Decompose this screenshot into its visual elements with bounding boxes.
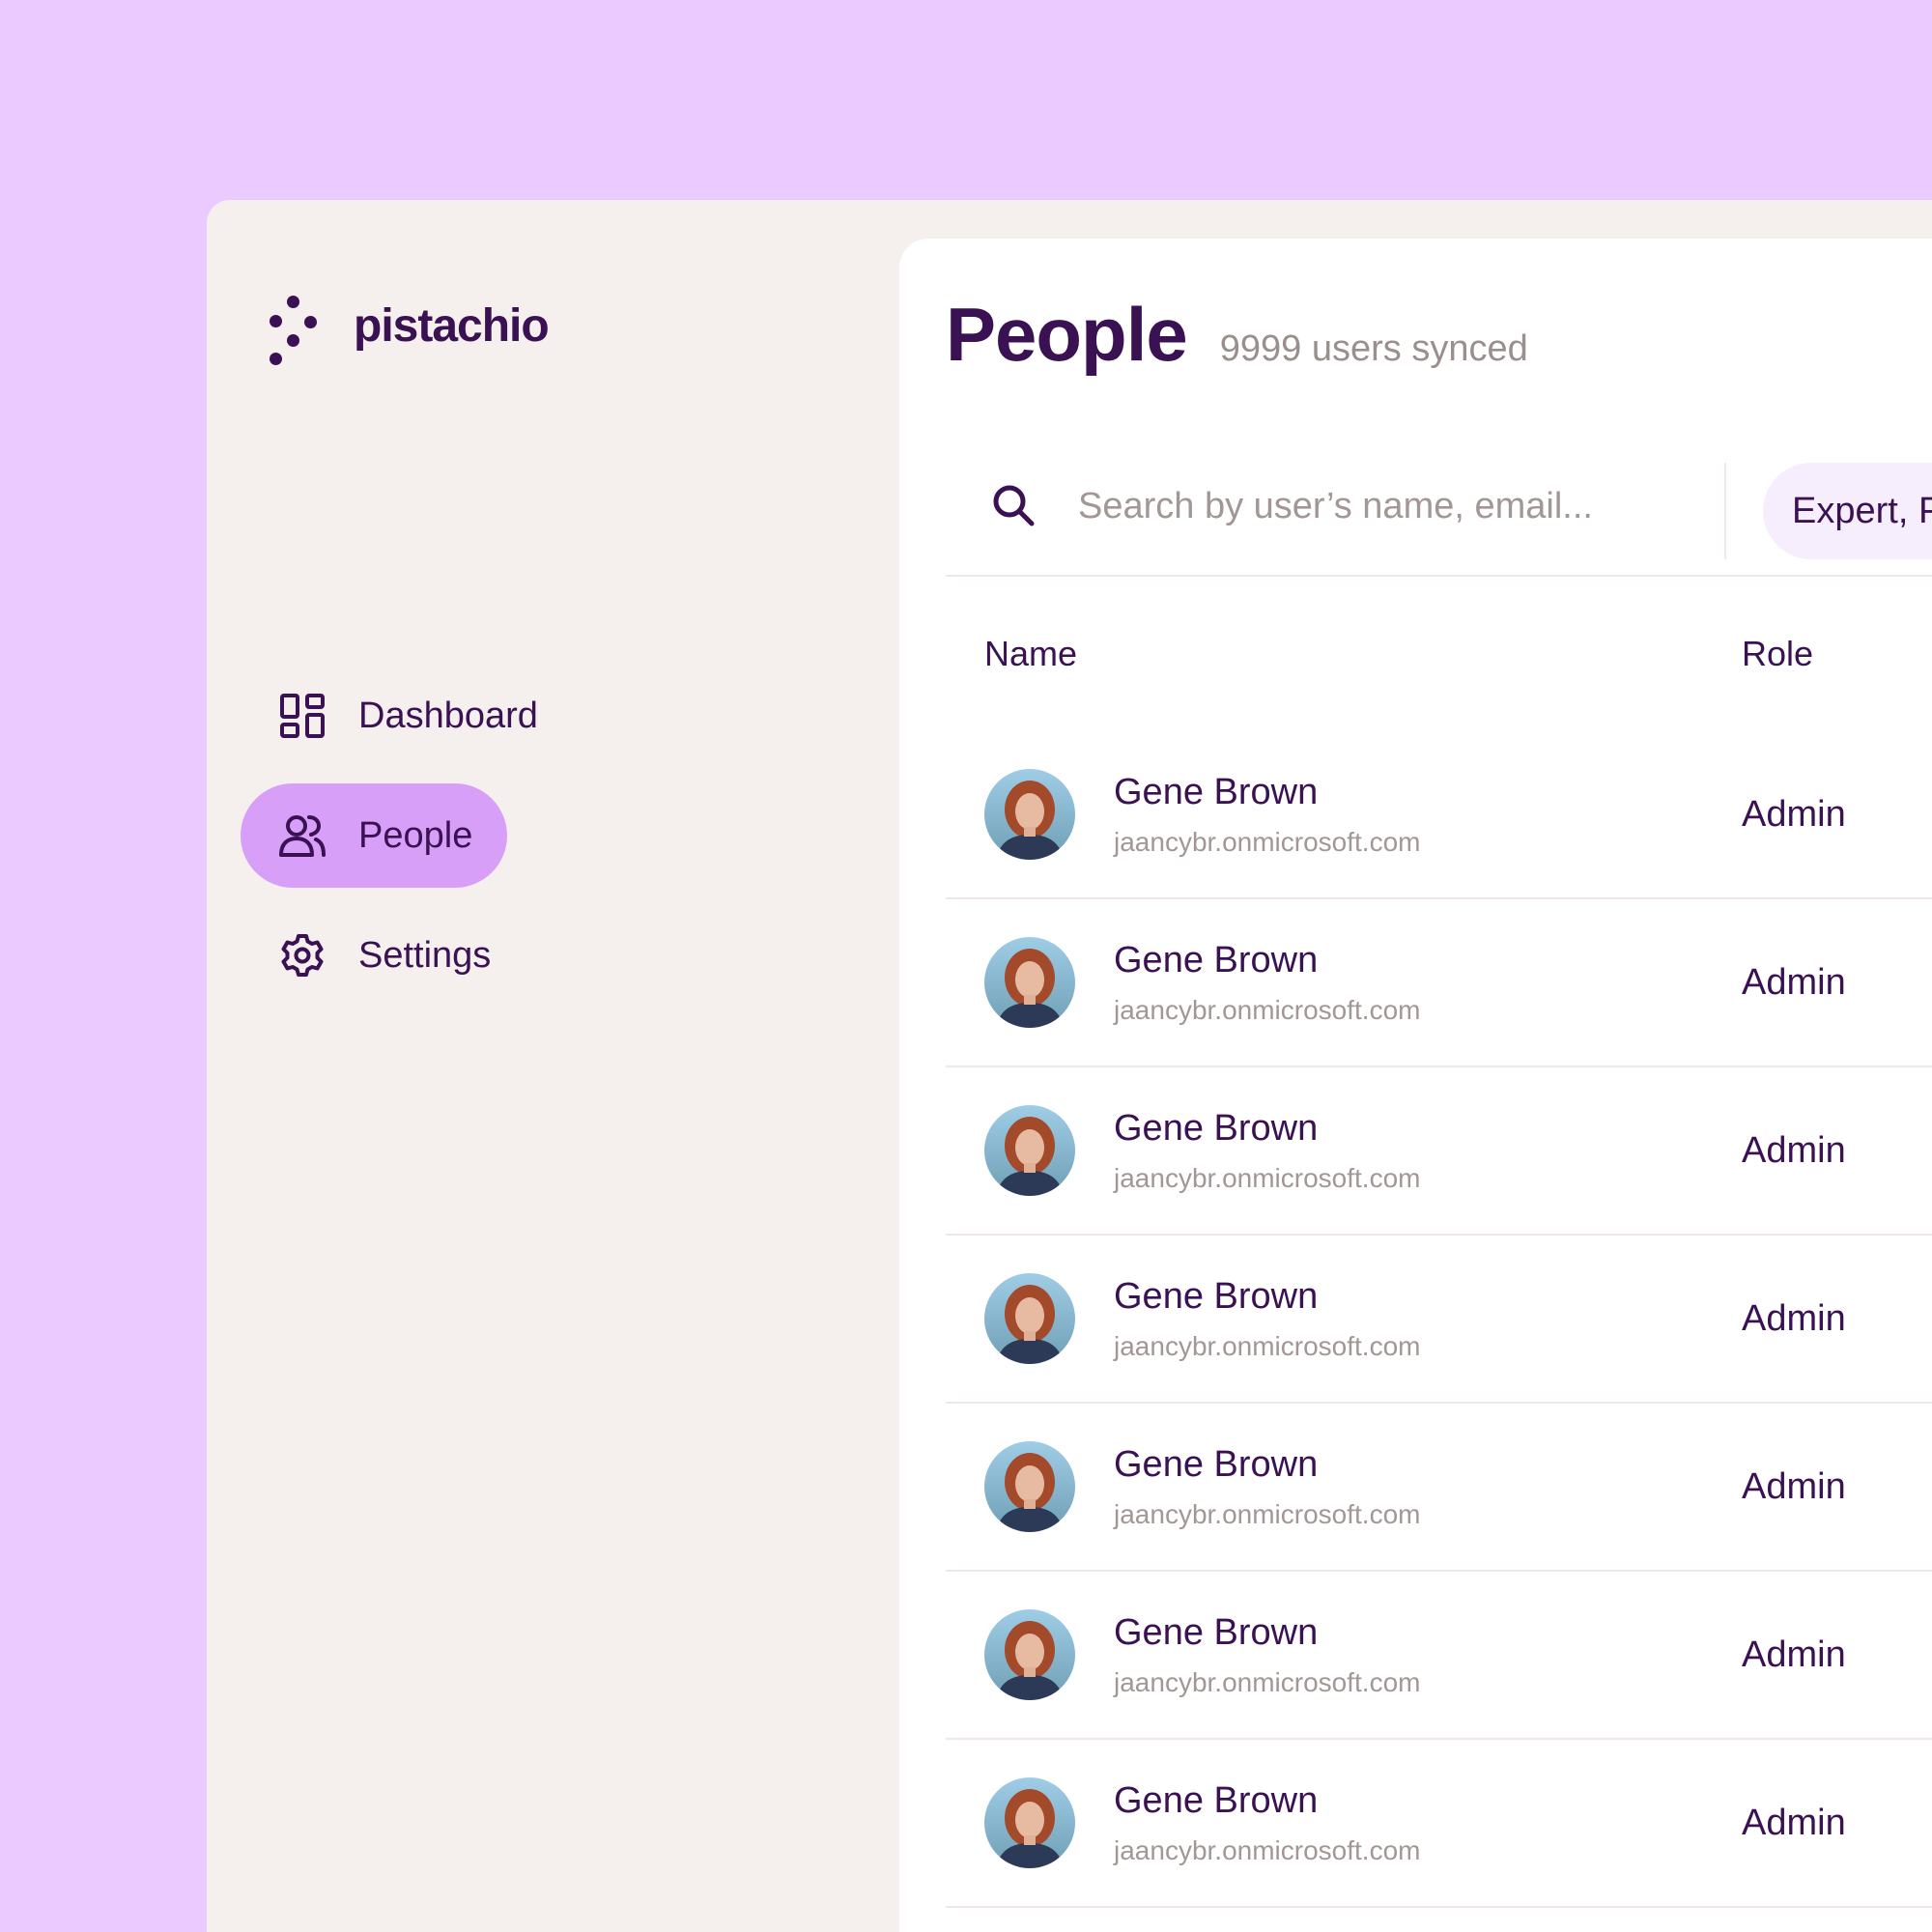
user-email: jaancybr.onmicrosoft.com: [1114, 826, 1421, 857]
users-synced-count: 9999 users synced: [1219, 328, 1528, 369]
page-header: People 9999 users synced: [946, 291, 1528, 379]
avatar: [984, 937, 1075, 1028]
sidebar-item-label: People: [358, 814, 473, 856]
avatar: [984, 1441, 1075, 1532]
user-email: jaancybr.onmicrosoft.com: [1114, 1834, 1421, 1865]
people-table: Name Role Gene Brown jaancybr.onmicrosof…: [946, 577, 1932, 1908]
table-row[interactable]: Gene Brown jaancybr.onmicrosoft.com Admi…: [946, 899, 1932, 1067]
user-role: Admin: [1742, 1634, 1846, 1675]
sidebar-item-settings[interactable]: Settings: [241, 903, 526, 1008]
table-row[interactable]: Gene Brown jaancybr.onmicrosoft.com Admi…: [946, 1404, 1932, 1572]
column-header-name[interactable]: Name: [984, 634, 1742, 674]
avatar: [984, 1609, 1075, 1700]
user-role: Admin: [1742, 1297, 1846, 1339]
avatar: [984, 1105, 1075, 1196]
table-row[interactable]: Gene Brown jaancybr.onmicrosoft.com Admi…: [946, 1572, 1932, 1740]
user-info: Gene Brown jaancybr.onmicrosoft.com: [1114, 1275, 1742, 1362]
user-info: Gene Brown jaancybr.onmicrosoft.com: [1114, 1779, 1742, 1866]
avatar: [984, 1777, 1075, 1868]
user-role: Admin: [1742, 1129, 1846, 1171]
user-role: Admin: [1742, 1802, 1846, 1843]
app-window: pistachio Dashboard People Settings Peop…: [207, 200, 1932, 1932]
user-role: Admin: [1742, 961, 1846, 1003]
column-header-role[interactable]: Role: [1742, 634, 1813, 674]
sidebar-item-dashboard[interactable]: Dashboard: [241, 664, 573, 768]
table-row[interactable]: Gene Brown jaancybr.onmicrosoft.com Admi…: [946, 1740, 1932, 1908]
search-toolbar: Expert, P: [946, 443, 1932, 577]
user-email: jaancybr.onmicrosoft.com: [1114, 994, 1421, 1025]
user-role: Admin: [1742, 1465, 1846, 1507]
user-info: Gene Brown jaancybr.onmicrosoft.com: [1114, 771, 1742, 858]
role-filter-label: Expert, P: [1792, 490, 1932, 531]
user-email: jaancybr.onmicrosoft.com: [1114, 1666, 1421, 1697]
user-name[interactable]: Gene Brown: [1114, 939, 1742, 983]
table-header: Name Role: [946, 577, 1932, 731]
main-panel: People 9999 users synced Expert, P Name …: [899, 239, 1932, 1932]
people-icon: [279, 812, 326, 859]
sidebar-nav: Dashboard People Settings: [241, 664, 573, 1023]
table-row[interactable]: Gene Brown jaancybr.onmicrosoft.com Admi…: [946, 1236, 1932, 1404]
pistachio-logo-icon: [267, 287, 325, 365]
user-name[interactable]: Gene Brown: [1114, 1275, 1742, 1320]
search-input[interactable]: [1076, 474, 1592, 538]
gear-icon: [279, 932, 326, 979]
avatar: [984, 769, 1075, 860]
sidebar-item-people[interactable]: People: [241, 783, 508, 888]
brand-name: pistachio: [354, 299, 550, 352]
search-icon[interactable]: [990, 482, 1037, 528]
user-name[interactable]: Gene Brown: [1114, 1107, 1742, 1151]
user-info: Gene Brown jaancybr.onmicrosoft.com: [1114, 1611, 1742, 1698]
table-body: Gene Brown jaancybr.onmicrosoft.com Admi…: [946, 731, 1932, 1908]
user-name[interactable]: Gene Brown: [1114, 1611, 1742, 1656]
sidebar-item-label: Settings: [358, 934, 492, 976]
role-filter-chip[interactable]: Expert, P: [1763, 463, 1932, 559]
user-name[interactable]: Gene Brown: [1114, 1443, 1742, 1488]
table-row[interactable]: Gene Brown jaancybr.onmicrosoft.com Admi…: [946, 731, 1932, 899]
user-info: Gene Brown jaancybr.onmicrosoft.com: [1114, 1443, 1742, 1530]
brand[interactable]: pistachio: [267, 287, 550, 365]
user-info: Gene Brown jaancybr.onmicrosoft.com: [1114, 939, 1742, 1026]
dashboard-icon: [279, 693, 326, 739]
user-name[interactable]: Gene Brown: [1114, 771, 1742, 815]
user-role: Admin: [1742, 793, 1846, 835]
user-info: Gene Brown jaancybr.onmicrosoft.com: [1114, 1107, 1742, 1194]
user-email: jaancybr.onmicrosoft.com: [1114, 1330, 1421, 1361]
toolbar-divider: [1724, 463, 1726, 559]
sidebar-item-label: Dashboard: [358, 695, 538, 736]
user-email: jaancybr.onmicrosoft.com: [1114, 1498, 1421, 1529]
table-row[interactable]: Gene Brown jaancybr.onmicrosoft.com Admi…: [946, 1067, 1932, 1236]
user-email: jaancybr.onmicrosoft.com: [1114, 1162, 1421, 1193]
page-title: People: [946, 292, 1188, 377]
user-name[interactable]: Gene Brown: [1114, 1779, 1742, 1824]
avatar: [984, 1273, 1075, 1364]
